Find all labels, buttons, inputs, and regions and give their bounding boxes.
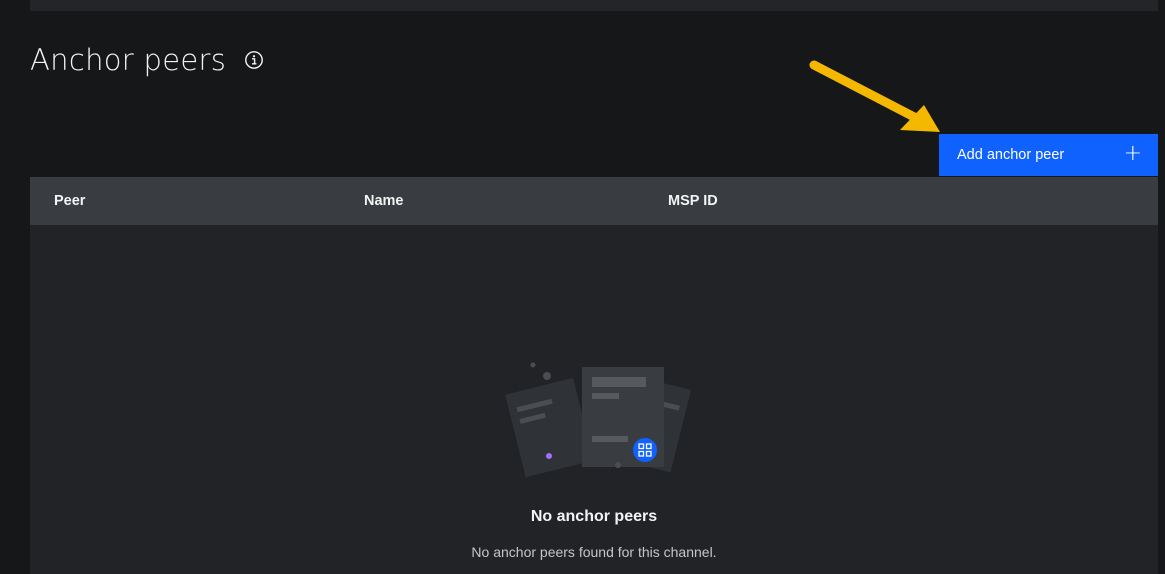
column-header-name[interactable]: Name xyxy=(364,177,404,225)
section-header: Anchor peers xyxy=(30,40,264,80)
empty-state-title: No anchor peers xyxy=(530,508,658,525)
information-icon[interactable] xyxy=(244,50,264,70)
table-header: Peer Name MSP ID xyxy=(30,177,1158,225)
empty-state: No anchor peers No anchor peers found fo… xyxy=(30,225,1158,574)
arrow-icon xyxy=(809,60,940,132)
add-anchor-peer-button[interactable]: Add anchor peer + xyxy=(939,134,1158,176)
anchor-peers-table: Peer Name MSP ID No anchor peers No anch… xyxy=(30,177,1158,574)
page: Anchor peers Add anchor peer + Peer Name… xyxy=(0,0,1165,574)
add-anchor-peer-label: Add anchor peer xyxy=(957,147,1065,163)
column-header-msp-id[interactable]: MSP ID xyxy=(668,177,718,225)
column-header-peer[interactable]: Peer xyxy=(54,177,85,225)
empty-documents-illustration xyxy=(505,362,692,478)
section-title: Anchor peers xyxy=(30,43,227,77)
previous-section-panel xyxy=(30,0,1158,11)
empty-state-description: No anchor peers found for this channel. xyxy=(471,544,717,560)
plus-icon: + xyxy=(1123,141,1142,166)
